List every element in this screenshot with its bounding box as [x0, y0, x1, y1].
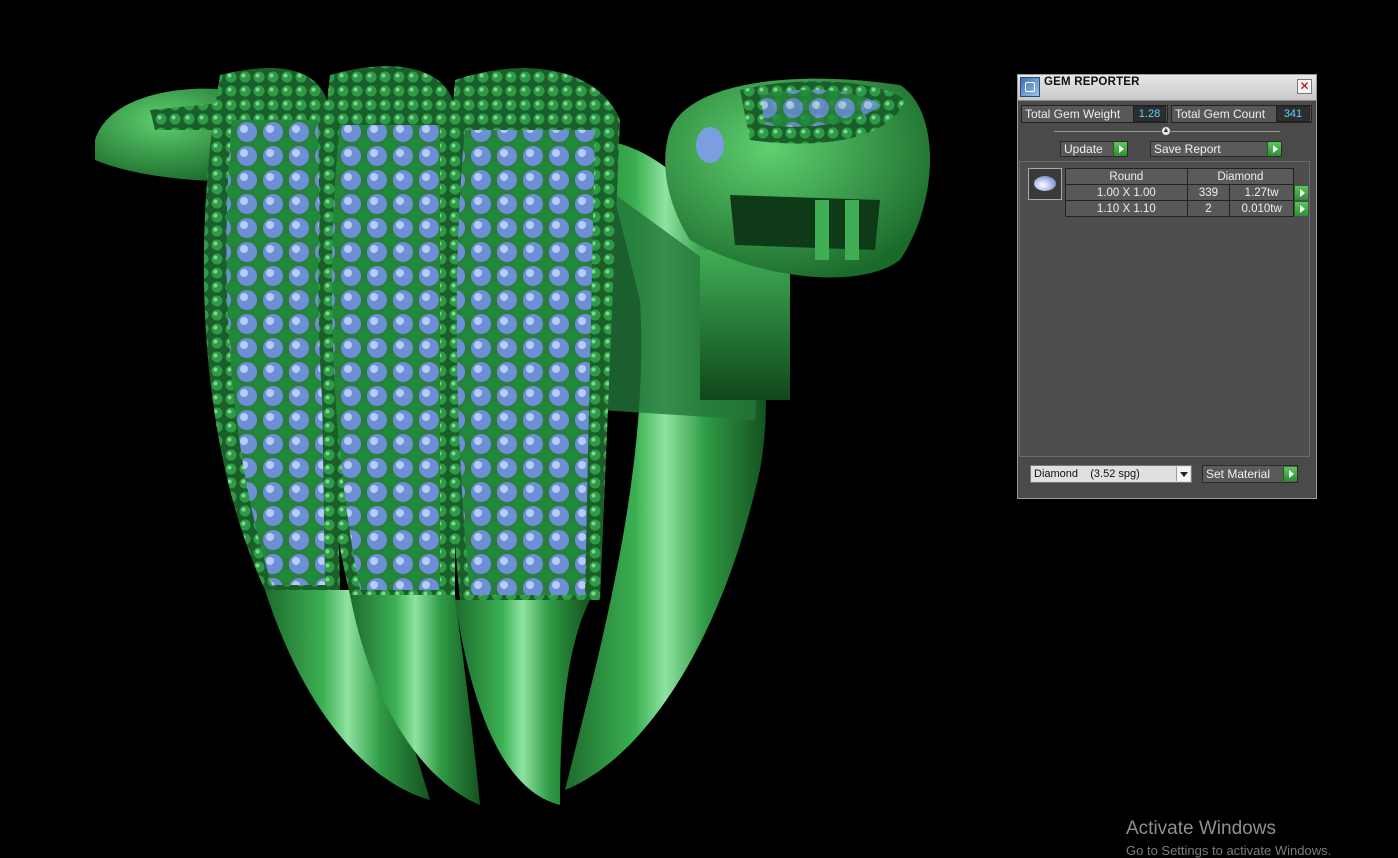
gem-table-area: Round Diamond 1.00 X 1.00 339 1.27tw 1.1…	[1019, 161, 1310, 457]
total-gem-count-value: 341	[1276, 106, 1310, 122]
gem-size: 1.00 X 1.00	[1065, 184, 1188, 201]
panel-title: GEM REPORTER	[1044, 76, 1140, 88]
round-gem-icon[interactable]	[1028, 168, 1062, 200]
total-gem-count-label: Total Gem Count	[1175, 107, 1266, 121]
play-icon[interactable]	[1293, 185, 1308, 200]
play-icon	[1283, 467, 1297, 481]
gem-reporter-icon	[1020, 77, 1040, 97]
slider-handle[interactable]: ▲	[1161, 126, 1171, 136]
material-header: Diamond	[1186, 168, 1294, 185]
activate-windows-title: Activate Windows	[1126, 818, 1276, 839]
play-icon	[1267, 142, 1281, 156]
total-gem-weight-value: 1.28	[1133, 106, 1166, 122]
gem-count: 339	[1186, 184, 1231, 201]
activate-windows-subtitle: Go to Settings to activate Windows.	[1126, 843, 1332, 858]
panel-titlebar[interactable]: GEM REPORTER ✕	[1018, 75, 1316, 101]
shape-header: Round	[1065, 168, 1188, 185]
close-icon[interactable]: ✕	[1297, 79, 1312, 94]
gem-reporter-panel: GEM REPORTER ✕ Total Gem Weight 1.28 Tot…	[1017, 74, 1317, 499]
table-row[interactable]: 1.10 X 1.10 2 0.010tw	[1065, 200, 1309, 217]
pave-band-3-gems	[456, 130, 595, 595]
set-material-button-label: Set Material	[1206, 467, 1271, 481]
update-button[interactable]: Update	[1060, 141, 1128, 157]
gem-weight: 0.010tw	[1229, 200, 1294, 217]
right-snake-eye	[696, 127, 724, 163]
play-icon	[1113, 142, 1127, 156]
material-select-value: Diamond (3.52 spg)	[1034, 468, 1140, 480]
fang-2	[845, 200, 859, 260]
set-material-button[interactable]: Set Material	[1202, 465, 1298, 483]
gem-size: 1.10 X 1.10	[1065, 200, 1188, 217]
save-report-button-label: Save Report	[1154, 142, 1221, 156]
chevron-down-icon[interactable]	[1176, 467, 1190, 481]
update-button-label: Update	[1064, 142, 1103, 156]
gem-weight: 1.27tw	[1229, 184, 1294, 201]
gem-count: 2	[1186, 200, 1231, 217]
right-snake-neck	[700, 250, 790, 400]
save-report-button[interactable]: Save Report	[1150, 141, 1282, 157]
play-icon[interactable]	[1293, 201, 1308, 216]
total-gem-weight-label: Total Gem Weight	[1025, 107, 1121, 121]
material-select[interactable]: Diamond (3.52 spg)	[1030, 465, 1192, 483]
table-row[interactable]: 1.00 X 1.00 339 1.27tw	[1065, 184, 1309, 201]
fang-1	[815, 200, 829, 260]
gem-table: Round Diamond 1.00 X 1.00 339 1.27tw 1.1…	[1065, 168, 1309, 217]
